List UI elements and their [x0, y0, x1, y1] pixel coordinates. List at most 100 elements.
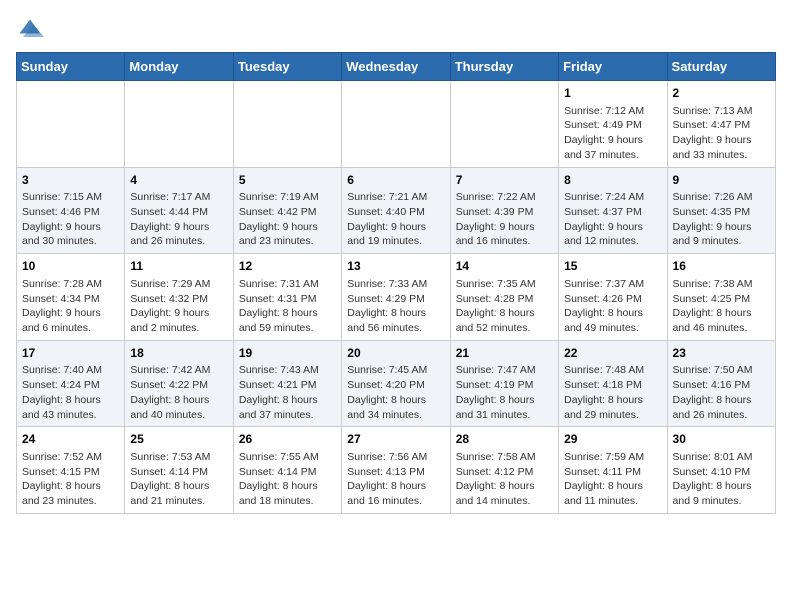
week-row-5: 24 Sunrise: 7:52 AM Sunset: 4:15 PM Dayli… — [17, 427, 776, 514]
day-number: 25 — [130, 431, 227, 448]
day-cell: 24 Sunrise: 7:52 AM Sunset: 4:15 PM Dayli… — [17, 427, 125, 514]
day-number: 20 — [347, 345, 444, 362]
day-cell: 21 Sunrise: 7:47 AM Sunset: 4:19 PM Dayli… — [450, 340, 558, 427]
logo-icon — [16, 16, 44, 44]
day-cell: 14 Sunrise: 7:35 AM Sunset: 4:28 PM Dayli… — [450, 254, 558, 341]
weekday-saturday: Saturday — [667, 53, 775, 81]
day-info: Sunrise: 7:48 AM Sunset: 4:18 PM Dayligh… — [564, 364, 644, 420]
day-info: Sunrise: 7:15 AM Sunset: 4:46 PM Dayligh… — [22, 191, 102, 247]
day-cell: 26Sunrise: 7:55 AM Sunset: 4:14 PM Dayli… — [233, 427, 341, 514]
day-number: 13 — [347, 258, 444, 275]
day-info: Sunrise: 8:01 AM Sunset: 4:10 PM Dayligh… — [673, 451, 753, 507]
day-number: 15 — [564, 258, 661, 275]
day-info: Sunrise: 7:58 AM Sunset: 4:12 PM Dayligh… — [456, 451, 536, 507]
day-info: Sunrise: 7:29 AM Sunset: 4:32 PM Dayligh… — [130, 278, 210, 334]
weekday-tuesday: Tuesday — [233, 53, 341, 81]
day-number: 5 — [239, 172, 336, 189]
day-info: Sunrise: 7:22 AM Sunset: 4:39 PM Dayligh… — [456, 191, 536, 247]
day-info: Sunrise: 7:35 AM Sunset: 4:28 PM Dayligh… — [456, 278, 536, 334]
day-cell: 13 Sunrise: 7:33 AM Sunset: 4:29 PM Dayli… — [342, 254, 450, 341]
week-row-4: 17 Sunrise: 7:40 AM Sunset: 4:24 PM Dayli… — [17, 340, 776, 427]
calendar-table: SundayMondayTuesdayWednesdayThursdayFrid… — [16, 52, 776, 514]
day-cell: 15 Sunrise: 7:37 AM Sunset: 4:26 PM Dayli… — [559, 254, 667, 341]
day-info: Sunrise: 7:43 AM Sunset: 4:21 PM Dayligh… — [239, 364, 319, 420]
day-cell: 20 Sunrise: 7:45 AM Sunset: 4:20 PM Dayli… — [342, 340, 450, 427]
day-number: 23 — [673, 345, 770, 362]
day-info: Sunrise: 7:33 AM Sunset: 4:29 PM Dayligh… — [347, 278, 427, 334]
day-info: Sunrise: 7:17 AM Sunset: 4:44 PM Dayligh… — [130, 191, 210, 247]
day-info: Sunrise: 7:56 AM Sunset: 4:13 PM Dayligh… — [347, 451, 427, 507]
day-cell: 28 Sunrise: 7:58 AM Sunset: 4:12 PM Dayli… — [450, 427, 558, 514]
day-info: Sunrise: 7:38 AM Sunset: 4:25 PM Dayligh… — [673, 278, 753, 334]
day-cell: 23 Sunrise: 7:50 AM Sunset: 4:16 PM Dayli… — [667, 340, 775, 427]
day-number: 18 — [130, 345, 227, 362]
day-info: Sunrise: 7:26 AM Sunset: 4:35 PM Dayligh… — [673, 191, 753, 247]
day-cell: 3 Sunrise: 7:15 AM Sunset: 4:46 PM Daylig… — [17, 167, 125, 254]
weekday-thursday: Thursday — [450, 53, 558, 81]
day-number: 10 — [22, 258, 119, 275]
day-cell: 1 Sunrise: 7:12 AM Sunset: 4:49 PM Daylig… — [559, 81, 667, 168]
day-info: Sunrise: 7:50 AM Sunset: 4:16 PM Dayligh… — [673, 364, 753, 420]
day-number: 12 — [239, 258, 336, 275]
day-number: 8 — [564, 172, 661, 189]
weekday-friday: Friday — [559, 53, 667, 81]
day-number: 9 — [673, 172, 770, 189]
logo — [16, 16, 48, 44]
day-cell: 16Sunrise: 7:38 AM Sunset: 4:25 PM Dayli… — [667, 254, 775, 341]
page-header — [16, 16, 776, 44]
day-info: Sunrise: 7:28 AM Sunset: 4:34 PM Dayligh… — [22, 278, 102, 334]
day-cell: 2 Sunrise: 7:13 AM Sunset: 4:47 PM Daylig… — [667, 81, 775, 168]
day-number: 14 — [456, 258, 553, 275]
day-number: 22 — [564, 345, 661, 362]
day-info: Sunrise: 7:45 AM Sunset: 4:20 PM Dayligh… — [347, 364, 427, 420]
day-cell: 4 Sunrise: 7:17 AM Sunset: 4:44 PM Daylig… — [125, 167, 233, 254]
day-cell: 30 Sunrise: 8:01 AM Sunset: 4:10 PM Dayli… — [667, 427, 775, 514]
day-number: 3 — [22, 172, 119, 189]
day-number: 7 — [456, 172, 553, 189]
day-cell: 29 Sunrise: 7:59 AM Sunset: 4:11 PM Dayli… — [559, 427, 667, 514]
day-number: 30 — [673, 431, 770, 448]
day-info: Sunrise: 7:59 AM Sunset: 4:11 PM Dayligh… — [564, 451, 644, 507]
day-cell: 17 Sunrise: 7:40 AM Sunset: 4:24 PM Dayli… — [17, 340, 125, 427]
day-number: 6 — [347, 172, 444, 189]
day-number: 28 — [456, 431, 553, 448]
day-cell: 12 Sunrise: 7:31 AM Sunset: 4:31 PM Dayli… — [233, 254, 341, 341]
day-cell — [450, 81, 558, 168]
day-info: Sunrise: 7:13 AM Sunset: 4:47 PM Dayligh… — [673, 105, 753, 161]
day-cell: 11 Sunrise: 7:29 AM Sunset: 4:32 PM Dayli… — [125, 254, 233, 341]
day-info: Sunrise: 7:12 AM Sunset: 4:49 PM Dayligh… — [564, 105, 644, 161]
day-info: Sunrise: 7:40 AM Sunset: 4:24 PM Dayligh… — [22, 364, 102, 420]
day-info: Sunrise: 7:47 AM Sunset: 4:19 PM Dayligh… — [456, 364, 536, 420]
week-row-2: 3 Sunrise: 7:15 AM Sunset: 4:46 PM Daylig… — [17, 167, 776, 254]
day-number: 17 — [22, 345, 119, 362]
day-info: Sunrise: 7:42 AM Sunset: 4:22 PM Dayligh… — [130, 364, 210, 420]
day-cell: 27Sunrise: 7:56 AM Sunset: 4:13 PM Dayli… — [342, 427, 450, 514]
day-cell — [125, 81, 233, 168]
day-cell — [342, 81, 450, 168]
day-number: 21 — [456, 345, 553, 362]
day-cell: 19Sunrise: 7:43 AM Sunset: 4:21 PM Dayli… — [233, 340, 341, 427]
day-info: Sunrise: 7:53 AM Sunset: 4:14 PM Dayligh… — [130, 451, 210, 507]
weekday-monday: Monday — [125, 53, 233, 81]
day-cell: 18 Sunrise: 7:42 AM Sunset: 4:22 PM Dayli… — [125, 340, 233, 427]
day-number: 29 — [564, 431, 661, 448]
day-cell: 5 Sunrise: 7:19 AM Sunset: 4:42 PM Daylig… — [233, 167, 341, 254]
day-info: Sunrise: 7:24 AM Sunset: 4:37 PM Dayligh… — [564, 191, 644, 247]
weekday-header-row: SundayMondayTuesdayWednesdayThursdayFrid… — [17, 53, 776, 81]
day-cell: 25 Sunrise: 7:53 AM Sunset: 4:14 PM Dayli… — [125, 427, 233, 514]
day-cell: 22 Sunrise: 7:48 AM Sunset: 4:18 PM Dayli… — [559, 340, 667, 427]
day-number: 24 — [22, 431, 119, 448]
day-number: 4 — [130, 172, 227, 189]
day-cell: 8 Sunrise: 7:24 AM Sunset: 4:37 PM Daylig… — [559, 167, 667, 254]
weekday-wednesday: Wednesday — [342, 53, 450, 81]
day-number: 2 — [673, 85, 770, 102]
day-cell: 10 Sunrise: 7:28 AM Sunset: 4:34 PM Dayli… — [17, 254, 125, 341]
day-number: 1 — [564, 85, 661, 102]
day-number: 11 — [130, 258, 227, 275]
day-info: Sunrise: 7:37 AM Sunset: 4:26 PM Dayligh… — [564, 278, 644, 334]
day-info: Sunrise: 7:19 AM Sunset: 4:42 PM Dayligh… — [239, 191, 319, 247]
day-cell: 9 Sunrise: 7:26 AM Sunset: 4:35 PM Daylig… — [667, 167, 775, 254]
day-info: Sunrise: 7:31 AM Sunset: 4:31 PM Dayligh… — [239, 278, 319, 334]
day-cell — [233, 81, 341, 168]
day-info: Sunrise: 7:52 AM Sunset: 4:15 PM Dayligh… — [22, 451, 102, 507]
